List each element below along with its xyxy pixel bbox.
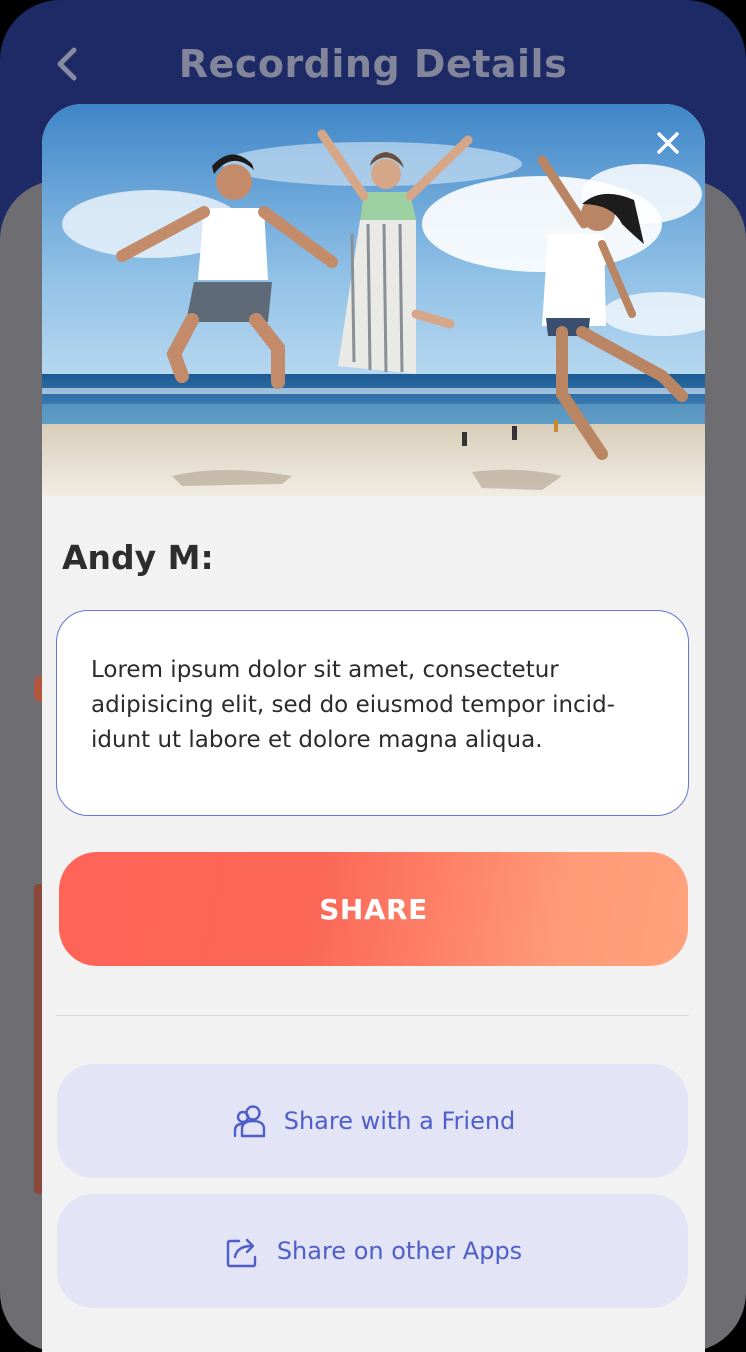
share-with-friend-button[interactable]: Share with a Friend	[57, 1064, 688, 1178]
author-name: Andy M:	[62, 538, 214, 577]
share-on-other-apps-button[interactable]: Share on other Apps	[57, 1194, 688, 1308]
share-modal: Andy M: Lorem ipsum dolor sit amet, cons…	[42, 104, 705, 1352]
page-title: Recording Details	[178, 42, 568, 86]
divider	[56, 1015, 689, 1016]
share-on-other-apps-label: Share on other Apps	[276, 1237, 523, 1265]
users-icon	[230, 1101, 270, 1141]
share-with-friend-label: Share with a Friend	[283, 1107, 516, 1135]
share-icon	[223, 1231, 263, 1271]
recording-photo	[42, 104, 705, 496]
message-text[interactable]: Lorem ipsum dolor sit amet, consectetur …	[56, 610, 689, 816]
close-icon	[657, 132, 679, 154]
share-button[interactable]: SHARE	[59, 852, 688, 966]
close-button[interactable]	[651, 126, 685, 160]
